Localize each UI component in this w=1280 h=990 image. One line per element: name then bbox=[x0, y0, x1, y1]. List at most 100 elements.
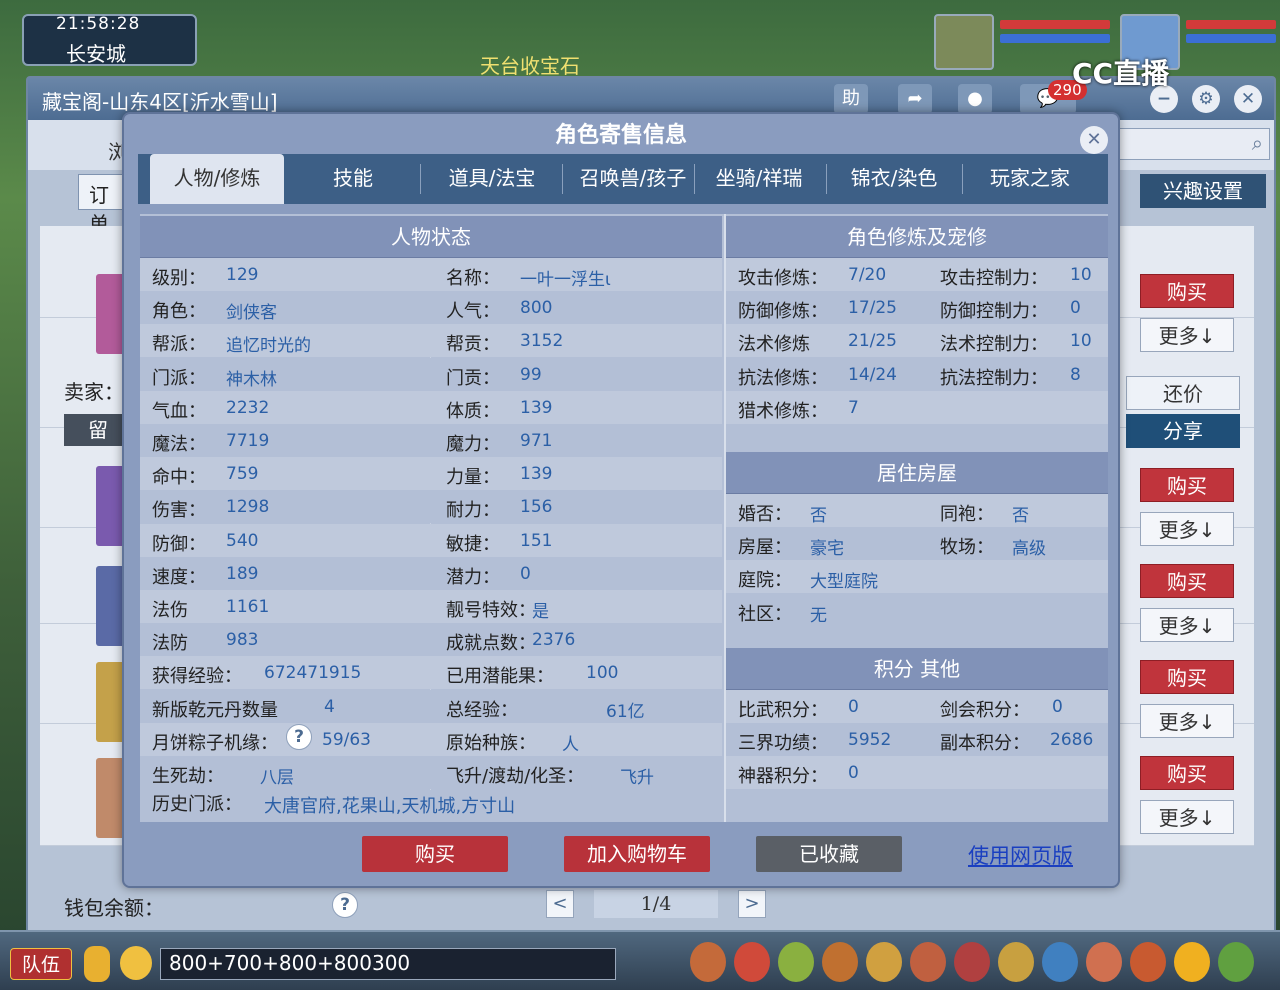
status-label: 门贡： bbox=[446, 367, 500, 389]
status-value: 129 bbox=[226, 265, 259, 285]
team-button[interactable]: 队伍 bbox=[10, 948, 72, 980]
team-icon[interactable] bbox=[866, 942, 902, 982]
cultivation-value: 10 bbox=[1070, 265, 1092, 285]
wallet-help-icon[interactable]: ? bbox=[332, 892, 358, 918]
status-value: 61亿 bbox=[606, 701, 645, 722]
status-value: 151 bbox=[520, 530, 553, 551]
house-value: 否 bbox=[810, 506, 827, 526]
status-value: 追忆时光的 bbox=[226, 336, 311, 357]
status-value: 4 bbox=[324, 696, 335, 717]
close-icon[interactable]: ✕ bbox=[1234, 85, 1262, 113]
bottom-chat-bar: 队伍 800+700+800+800300 bbox=[0, 930, 1280, 990]
pet-mp-bar bbox=[1000, 34, 1110, 43]
mooncake-help-icon[interactable]: ? bbox=[286, 724, 312, 750]
web-version-link[interactable]: 使用网页版 bbox=[968, 840, 1073, 870]
settings-gear-icon[interactable]: ⚙ bbox=[1192, 85, 1220, 113]
share-arrow-icon[interactable]: ➦ bbox=[898, 84, 932, 114]
status-value: 672471915 bbox=[264, 663, 362, 684]
guild-icon[interactable] bbox=[1130, 942, 1166, 982]
chest-icon[interactable] bbox=[734, 942, 770, 982]
cultivation-label: 抗法修炼： bbox=[738, 367, 828, 389]
top-banner-text: 天台收宝石 bbox=[480, 54, 580, 78]
tab-character-cultivation[interactable]: 人物/修炼 bbox=[150, 154, 284, 204]
status-value: 0 bbox=[520, 563, 531, 584]
more-button[interactable]: 更多↓ bbox=[1140, 512, 1234, 546]
tab-mounts[interactable]: 坐骑/祥瑞 bbox=[696, 154, 822, 204]
status-label: 耐力： bbox=[446, 500, 500, 522]
friends-icon[interactable] bbox=[1042, 942, 1078, 982]
player-hp-bar bbox=[1186, 20, 1276, 29]
status-label: 级别： bbox=[152, 268, 206, 289]
quest-icon[interactable] bbox=[998, 942, 1034, 982]
tab-summons[interactable]: 召唤兽/孩子 bbox=[564, 154, 702, 204]
buy-button[interactable]: 购买 bbox=[1140, 274, 1234, 308]
game-clock: 21:58:28 bbox=[56, 14, 141, 34]
page-indicator: 1/4 bbox=[594, 890, 718, 918]
buy-button[interactable]: 购买 bbox=[1140, 468, 1234, 502]
chat-input[interactable]: 800+700+800+800300 bbox=[160, 948, 616, 980]
system-icon[interactable] bbox=[1218, 942, 1254, 982]
status-value: 3152 bbox=[520, 331, 564, 352]
smile-icon[interactable] bbox=[1174, 942, 1210, 982]
status-label: 获得经验： bbox=[152, 666, 242, 688]
status-label: 伤害： bbox=[152, 500, 206, 522]
pet-hp-bar bbox=[1000, 20, 1110, 29]
more-button[interactable]: 更多↓ bbox=[1140, 318, 1234, 352]
pet-icon[interactable] bbox=[822, 942, 858, 982]
status-label: 法伤 bbox=[152, 600, 188, 621]
peach-icon[interactable] bbox=[1086, 942, 1122, 982]
help-button[interactable]: 助 bbox=[834, 84, 868, 114]
more-button[interactable]: 更多↓ bbox=[1140, 608, 1234, 642]
emoji-icon[interactable] bbox=[120, 946, 152, 980]
dialog-buy-button[interactable]: 购买 bbox=[362, 836, 508, 872]
status-value: 飞升 bbox=[620, 768, 654, 788]
tab-outfits[interactable]: 锦衣/染色 bbox=[828, 154, 960, 204]
outer-window-title: 藏宝阁-山东4区[沂水雪山] bbox=[42, 90, 278, 114]
buy-button[interactable]: 购买 bbox=[1140, 756, 1234, 790]
status-label: 靓号特效： bbox=[446, 600, 536, 621]
house-label: 同袍： bbox=[940, 504, 994, 525]
weapon-icon[interactable] bbox=[690, 942, 726, 982]
microphone-icon[interactable] bbox=[84, 946, 110, 982]
favorited-button[interactable]: 已收藏 bbox=[756, 836, 902, 872]
prev-page-button[interactable]: < bbox=[546, 890, 574, 918]
house-value: 无 bbox=[810, 605, 827, 626]
buy-button[interactable]: 购买 bbox=[1140, 564, 1234, 598]
add-to-cart-button[interactable]: 加入购物车 bbox=[564, 836, 710, 872]
cultivation-label: 攻击修炼： bbox=[738, 268, 828, 289]
status-label: 月饼粽子机缘： bbox=[152, 732, 278, 754]
house-label: 房屋： bbox=[738, 537, 792, 559]
more-button[interactable]: 更多↓ bbox=[1140, 704, 1234, 738]
buy-button[interactable]: 购买 bbox=[1140, 660, 1234, 694]
more-button[interactable]: 更多↓ bbox=[1140, 800, 1234, 834]
seller-label: 卖家： bbox=[64, 380, 124, 404]
dialog-close-icon[interactable]: ✕ bbox=[1080, 126, 1108, 154]
interest-settings-button[interactable]: 兴趣设置 bbox=[1140, 174, 1266, 208]
dialog-content: 人物状态 角色修炼及宠修 居住房屋 积分 其他 级别： 129 名称： 一叶一浮生ι 角… bbox=[140, 214, 1108, 822]
tab-divider bbox=[694, 164, 695, 194]
search-icon[interactable]: ⌕ bbox=[1252, 131, 1263, 155]
tab-skills[interactable]: 技能 bbox=[288, 154, 418, 204]
cultivation-label: 猎术修炼： bbox=[738, 400, 828, 422]
share-button[interactable]: 分享 bbox=[1126, 414, 1240, 448]
cultivation-label: 防御修炼： bbox=[738, 301, 828, 323]
haggle-button[interactable]: 还价 bbox=[1126, 376, 1240, 410]
tab-player-home[interactable]: 玩家之家 bbox=[964, 154, 1096, 204]
scores-value: 2686 bbox=[1050, 730, 1094, 751]
status-label: 魔力： bbox=[446, 434, 500, 455]
scores-value: 0 bbox=[1052, 697, 1063, 717]
cultivation-value: 8 bbox=[1070, 364, 1081, 385]
gift-icon[interactable] bbox=[954, 942, 990, 982]
bag-icon[interactable] bbox=[778, 942, 814, 982]
next-page-button[interactable]: > bbox=[738, 890, 766, 918]
status-label: 气血： bbox=[152, 400, 206, 422]
tab-items[interactable]: 道具/法宝 bbox=[422, 154, 562, 204]
house-value: 豪宅 bbox=[810, 539, 844, 560]
pet-portrait-icon[interactable] bbox=[934, 14, 994, 70]
map-icon[interactable] bbox=[910, 942, 946, 982]
cultivation-label: 法术控制力： bbox=[940, 334, 1048, 356]
record-icon[interactable]: ● bbox=[958, 84, 992, 114]
status-value: 神木林 bbox=[226, 369, 277, 390]
status-value: 971 bbox=[520, 431, 553, 451]
search-input[interactable]: ⌕ bbox=[1118, 128, 1270, 160]
